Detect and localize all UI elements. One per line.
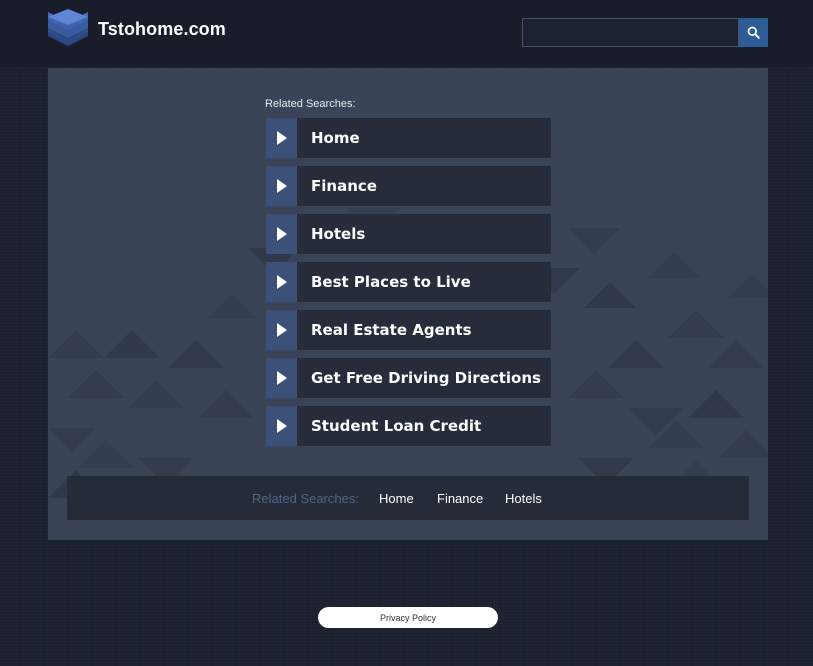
link-text-box: Get Free Driving Directions [297, 358, 551, 398]
bottom-link-home[interactable]: Home [379, 491, 414, 506]
play-arrow-icon [276, 227, 287, 241]
link-arrow-box [266, 262, 297, 302]
link-text-box: Hotels [297, 214, 551, 254]
related-search-link-hotels[interactable]: Hotels [266, 214, 551, 254]
link-text-box: Finance [297, 166, 551, 206]
link-arrow-box [266, 310, 297, 350]
related-search-link-home[interactable]: Home [266, 118, 551, 158]
link-label: Real Estate Agents [311, 321, 472, 339]
related-search-link-finance[interactable]: Finance [266, 166, 551, 206]
search-button[interactable] [739, 18, 768, 47]
related-search-link-driving-directions[interactable]: Get Free Driving Directions [266, 358, 551, 398]
privacy-policy-button[interactable]: Privacy Policy [318, 607, 498, 628]
related-searches-label: Related Searches: [265, 98, 356, 110]
play-arrow-icon [276, 323, 287, 337]
link-label: Get Free Driving Directions [311, 369, 541, 387]
related-search-link-best-places[interactable]: Best Places to Live [266, 262, 551, 302]
related-search-list: Home Finance Hotels Best Places to Live … [266, 118, 551, 454]
link-text-box: Home [297, 118, 551, 158]
site-title[interactable]: Tstohome.com [98, 19, 226, 40]
link-label: Hotels [311, 225, 366, 243]
link-label: Student Loan Credit [311, 417, 482, 435]
play-arrow-icon [276, 179, 287, 193]
link-arrow-box [266, 358, 297, 398]
stacked-layers-icon[interactable] [47, 8, 89, 52]
link-arrow-box [266, 166, 297, 206]
play-arrow-icon [276, 275, 287, 289]
play-arrow-icon [276, 419, 287, 433]
link-arrow-box [266, 118, 297, 158]
related-search-link-real-estate[interactable]: Real Estate Agents [266, 310, 551, 350]
link-text-box: Real Estate Agents [297, 310, 551, 350]
play-arrow-icon [276, 131, 287, 145]
link-label: Best Places to Live [311, 273, 471, 291]
play-arrow-icon [276, 371, 287, 385]
search-input[interactable] [522, 18, 739, 47]
link-text-box: Best Places to Live [297, 262, 551, 302]
link-label: Finance [311, 177, 377, 195]
bottom-related-bar: Related Searches: Home Finance Hotels [67, 476, 749, 520]
link-text-box: Student Loan Credit [297, 406, 551, 446]
link-arrow-box [266, 214, 297, 254]
bottom-link-hotels[interactable]: Hotels [505, 491, 542, 506]
header: Tstohome.com [0, 0, 813, 67]
related-search-link-student-loan[interactable]: Student Loan Credit [266, 406, 551, 446]
bottom-related-label: Related Searches: [252, 491, 359, 506]
link-arrow-box [266, 406, 297, 446]
search-icon [747, 26, 760, 39]
link-label: Home [311, 129, 360, 147]
main-panel: Related Searches: Home Finance Hotels Be… [48, 68, 768, 540]
bottom-link-finance[interactable]: Finance [437, 491, 483, 506]
